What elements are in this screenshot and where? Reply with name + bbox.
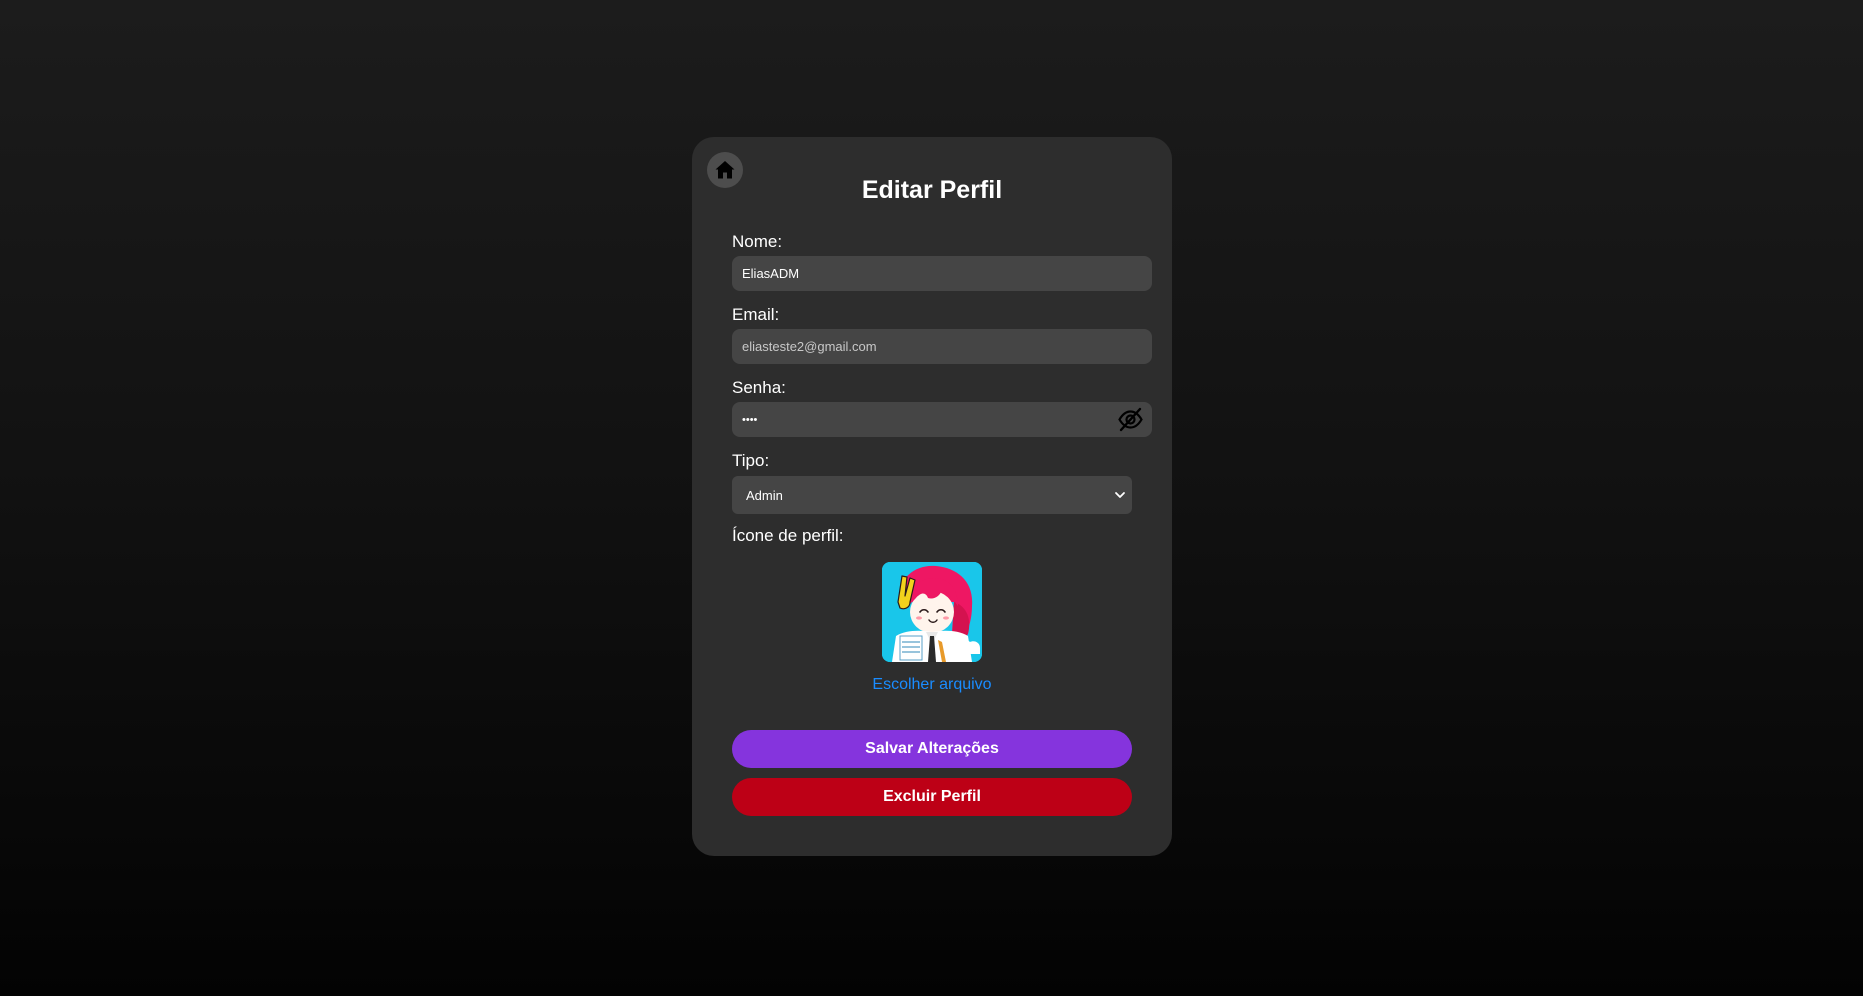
- choose-file-link[interactable]: Escolher arquivo: [692, 676, 1172, 694]
- type-selected-value: Admin: [746, 487, 783, 503]
- name-value: EliasADM: [742, 266, 800, 281]
- save-changes-button[interactable]: Salvar Alterações: [732, 730, 1132, 768]
- eye-off-icon: [1117, 407, 1144, 432]
- edit-profile-card: Editar Perfil Nome: EliasADM Email: elia…: [692, 137, 1172, 856]
- type-label: Tipo:: [732, 451, 770, 470]
- password-input[interactable]: ••••: [732, 402, 1152, 437]
- password-value: ••••: [742, 413, 758, 426]
- delete-profile-button[interactable]: Excluir Perfil: [732, 778, 1132, 816]
- email-input[interactable]: eliasteste2@gmail.com: [732, 329, 1152, 364]
- email-value: eliasteste2@gmail.com: [742, 339, 877, 354]
- password-label: Senha:: [732, 378, 786, 397]
- name-input[interactable]: EliasADM: [732, 256, 1152, 291]
- email-label: Email:: [732, 305, 780, 324]
- toggle-password-button[interactable]: [1117, 407, 1144, 432]
- name-label: Nome:: [732, 232, 783, 251]
- page-title: Editar Perfil: [861, 176, 1003, 204]
- profile-icon-label: Ícone de perfil:: [732, 526, 844, 545]
- type-select[interactable]: Admin: [732, 476, 1132, 514]
- profile-avatar: [882, 562, 982, 662]
- chevron-down-icon: [1114, 489, 1126, 501]
